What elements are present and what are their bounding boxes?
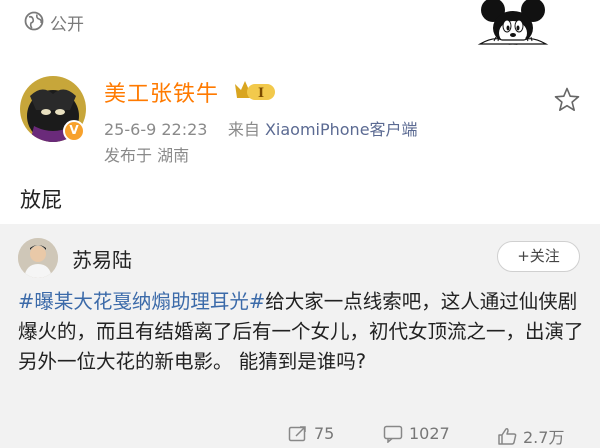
follow-button[interactable]: +关注 bbox=[497, 241, 580, 272]
post-card: V 美工张铁牛 I 25-6-9 22:23 来自 XiaomiPhone客户端… bbox=[0, 62, 600, 228]
vip-crown-badge[interactable]: I bbox=[233, 78, 277, 104]
repost-count: 75 bbox=[314, 424, 335, 443]
source-prefix: 来自 bbox=[227, 120, 260, 139]
mickey-sticker bbox=[477, 0, 549, 45]
author-name[interactable]: 美工张铁牛 bbox=[104, 76, 219, 108]
visibility-label: 公开 bbox=[50, 15, 84, 35]
globe-icon bbox=[24, 11, 44, 31]
verified-icon: V bbox=[63, 120, 85, 142]
post-location: 发布于 湖南 bbox=[104, 146, 190, 165]
like-count: 2.7万 bbox=[523, 428, 565, 447]
repost-icon bbox=[288, 425, 306, 441]
repost-author-avatar[interactable] bbox=[18, 238, 58, 278]
post-source[interactable]: XiaomiPhone客户端 bbox=[265, 120, 418, 139]
post-time: 25-6-9 22:23 bbox=[104, 120, 208, 139]
visibility-bar: 公开 bbox=[0, 0, 600, 46]
comment-icon bbox=[383, 425, 403, 443]
repost-body: #曝某大花戛纳煽助理耳光#给大家一点线索吧，这人通过仙侠剧爆火的，而且有结婚离了… bbox=[18, 287, 584, 377]
post-text: 放屁 bbox=[20, 188, 62, 212]
comment-count: 1027 bbox=[409, 424, 450, 443]
like-action[interactable]: 2.7万 bbox=[497, 424, 564, 448]
comment-action[interactable]: 1027 bbox=[383, 424, 450, 443]
hashtag-link[interactable]: #曝某大花戛纳煽助理耳光# bbox=[18, 290, 265, 313]
action-bar: 75 1027 2.7万 bbox=[0, 424, 600, 448]
like-icon bbox=[498, 428, 517, 445]
post-meta: 25-6-9 22:23 来自 XiaomiPhone客户端 bbox=[104, 116, 418, 140]
svg-text:I: I bbox=[258, 86, 264, 101]
repost-card[interactable]: 苏易陆 +关注 #曝某大花戛纳煽助理耳光#给大家一点线索吧，这人通过仙侠剧爆火的… bbox=[0, 224, 600, 448]
repost-author-name[interactable]: 苏易陆 bbox=[72, 244, 132, 273]
star-icon[interactable] bbox=[553, 86, 581, 114]
repost-action[interactable]: 75 bbox=[288, 424, 334, 443]
